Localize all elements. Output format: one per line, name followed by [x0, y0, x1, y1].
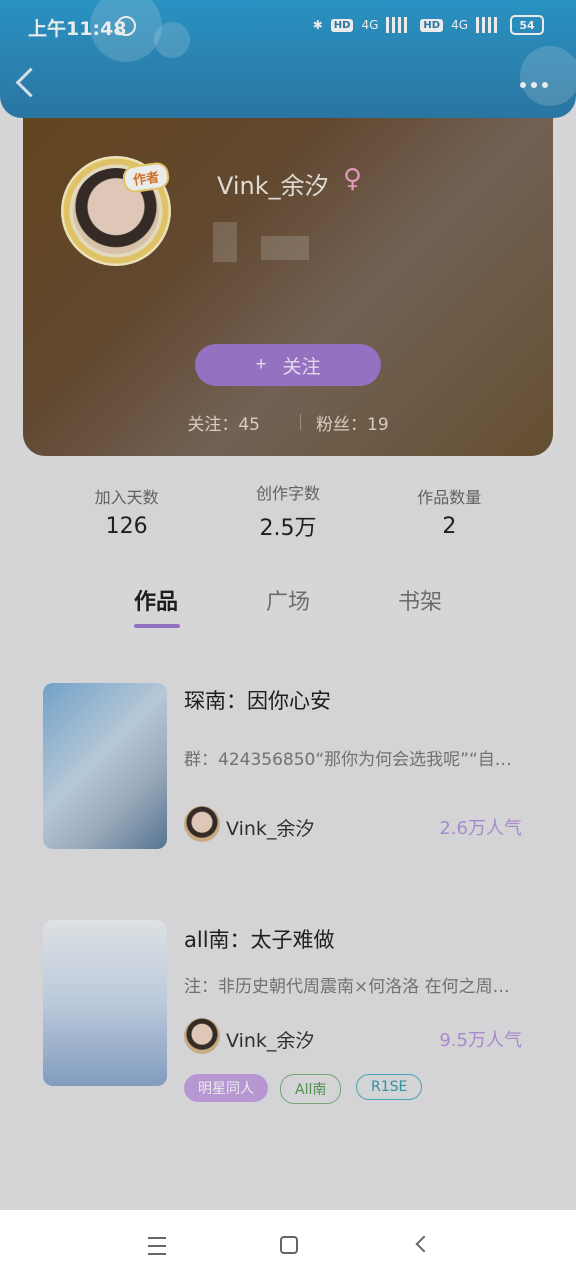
- stat-join-days: 加入天数 126: [57, 484, 197, 539]
- profile-tabs: 作品 广场 书架: [96, 578, 480, 634]
- status-icons: ✱ HD 4G HD 4G 54: [313, 15, 544, 35]
- work-tag[interactable]: All南: [280, 1074, 342, 1104]
- tab-label: 书架: [397, 590, 442, 615]
- work-cover-image: [43, 920, 167, 1086]
- work-tag[interactable]: 明星同人: [184, 1074, 268, 1102]
- alarm-icon: [116, 16, 136, 36]
- follow-button[interactable]: + 关注: [195, 344, 381, 386]
- tab-bookshelf[interactable]: 书架: [360, 578, 480, 634]
- author-avatar: [184, 1018, 220, 1054]
- battery-level: 54: [519, 18, 535, 32]
- menu-icon[interactable]: [148, 1237, 166, 1255]
- tab-plaza[interactable]: 广场: [228, 578, 348, 634]
- stat-value: 2: [442, 513, 457, 539]
- follow-label: 关注: [282, 356, 321, 378]
- signal-icon-1: [386, 17, 413, 33]
- hd-badge-1: HD: [330, 18, 354, 32]
- work-card[interactable]: all南：太子难做 注：非历史朝代周震南×何洛洛 在何之周… Vink_余汐 9…: [22, 904, 554, 1118]
- work-author: Vink_余汐: [226, 1030, 315, 1052]
- profile-card: 作者 Vink_余汐 ♀ + 关注 关注：45 粉丝：19: [23, 118, 553, 456]
- work-tag[interactable]: R1SE: [356, 1074, 423, 1100]
- stat-value: 2.5万: [259, 516, 317, 541]
- stats-card: 加入天数 126 创作字数 2.5万 作品数量 2: [46, 456, 530, 566]
- blurred-bio: [261, 236, 309, 260]
- author-avatar: [184, 806, 220, 842]
- plus-icon: +: [255, 354, 267, 375]
- following-count[interactable]: 关注：45: [187, 410, 260, 435]
- system-nav-bar: [0, 1210, 576, 1280]
- status-bar: 上午11:48 ✱ HD 4G HD 4G 54: [0, 0, 576, 56]
- tab-label: 广场: [265, 590, 310, 615]
- network-type-2: 4G: [451, 18, 468, 32]
- hd-badge-2: HD: [420, 18, 444, 32]
- stat-value: 126: [105, 513, 148, 539]
- stat-works-count: 作品数量 2: [379, 484, 519, 539]
- active-tab-indicator: [134, 624, 180, 628]
- follow-stats: 关注：45 粉丝：19: [23, 410, 553, 435]
- back-chevron-icon[interactable]: [15, 67, 46, 98]
- blurred-bio: [213, 222, 237, 262]
- divider: [300, 414, 301, 430]
- work-title: all南：太子难做: [184, 928, 335, 952]
- network-type-1: 4G: [361, 18, 379, 32]
- work-description: 注：非历史朝代周震南×何洛洛 在何之周…: [184, 977, 510, 997]
- signal-icon-2: [476, 17, 502, 33]
- home-icon[interactable]: [280, 1236, 298, 1254]
- work-popularity: 9.5万人气: [439, 1030, 522, 1051]
- profile-username: Vink_余汐: [217, 172, 329, 200]
- female-icon: ♀: [343, 164, 363, 194]
- stat-label: 加入天数: [94, 487, 159, 507]
- work-author: Vink_余汐: [226, 818, 315, 840]
- stat-word-count: 创作字数 2.5万: [218, 480, 358, 542]
- work-description: 群：424356850“那你为何会选我呢”“自…: [184, 750, 512, 770]
- stat-label: 创作字数: [255, 484, 320, 503]
- fans-count[interactable]: 粉丝：19: [316, 410, 389, 435]
- more-dots-icon[interactable]: [520, 82, 548, 88]
- stat-label: 作品数量: [417, 487, 482, 507]
- work-cover-image: [43, 683, 167, 849]
- status-time: 上午11:48: [28, 18, 127, 40]
- back-icon[interactable]: [415, 1235, 433, 1253]
- work-popularity: 2.6万人气: [439, 818, 522, 839]
- work-card[interactable]: 琛南：因你心安 群：424356850“那你为何会选我呢”“自… Vink_余汐…: [22, 665, 554, 879]
- tab-label: 作品: [133, 590, 178, 615]
- work-title: 琛南：因你心安: [184, 689, 331, 713]
- bluetooth-icon: ✱: [312, 18, 323, 32]
- battery-icon: 54: [510, 15, 544, 35]
- profile-header: 上午11:48 ✱ HD 4G HD 4G 54: [0, 0, 576, 118]
- tab-works[interactable]: 作品: [96, 578, 216, 634]
